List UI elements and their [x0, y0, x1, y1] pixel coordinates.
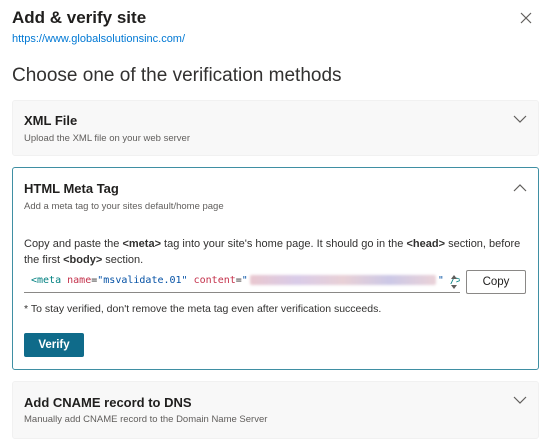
add-verify-site-dialog: Add & verify site https://www.globalsolu… [0, 0, 550, 443]
copy-button[interactable]: Copy [466, 270, 526, 294]
method-title: Add CNAME record to DNS [24, 395, 192, 410]
method-html-meta-tag: HTML Meta Tag Add a meta tag to your sit… [12, 167, 539, 370]
method-xml-file[interactable]: XML File Upload the XML file on your web… [12, 100, 539, 156]
section-heading: Choose one of the verification methods [12, 65, 342, 86]
method-title: XML File [24, 113, 78, 128]
chevron-down-icon[interactable] [512, 392, 528, 408]
close-icon [520, 12, 532, 24]
close-button[interactable] [515, 7, 537, 29]
meta-tag-instructions: Copy and paste the <meta> tag into your … [24, 238, 521, 266]
chevron-down-icon[interactable] [512, 111, 528, 127]
scroll-arrows-icon[interactable] [449, 271, 459, 293]
verify-button[interactable]: Verify [24, 333, 84, 357]
method-subtitle: Manually add CNAME record to the Domain … [24, 414, 268, 425]
method-subtitle: Add a meta tag to your sites default/hom… [24, 201, 224, 212]
method-subtitle: Upload the XML file on your web server [24, 133, 190, 144]
meta-tag-code-field[interactable]: <meta name="msvalidate.01" content="" /> [24, 271, 460, 293]
chevron-up-icon[interactable] [512, 180, 528, 196]
method-title: HTML Meta Tag [24, 181, 119, 196]
redacted-content-value [249, 275, 436, 285]
verification-note: * To stay verified, don't remove the met… [24, 303, 382, 315]
method-cname-record[interactable]: Add CNAME record to DNS Manually add CNA… [12, 381, 539, 439]
site-url-link[interactable]: https://www.globalsolutionsinc.com/ [12, 33, 185, 45]
dialog-title: Add & verify site [12, 8, 147, 27]
